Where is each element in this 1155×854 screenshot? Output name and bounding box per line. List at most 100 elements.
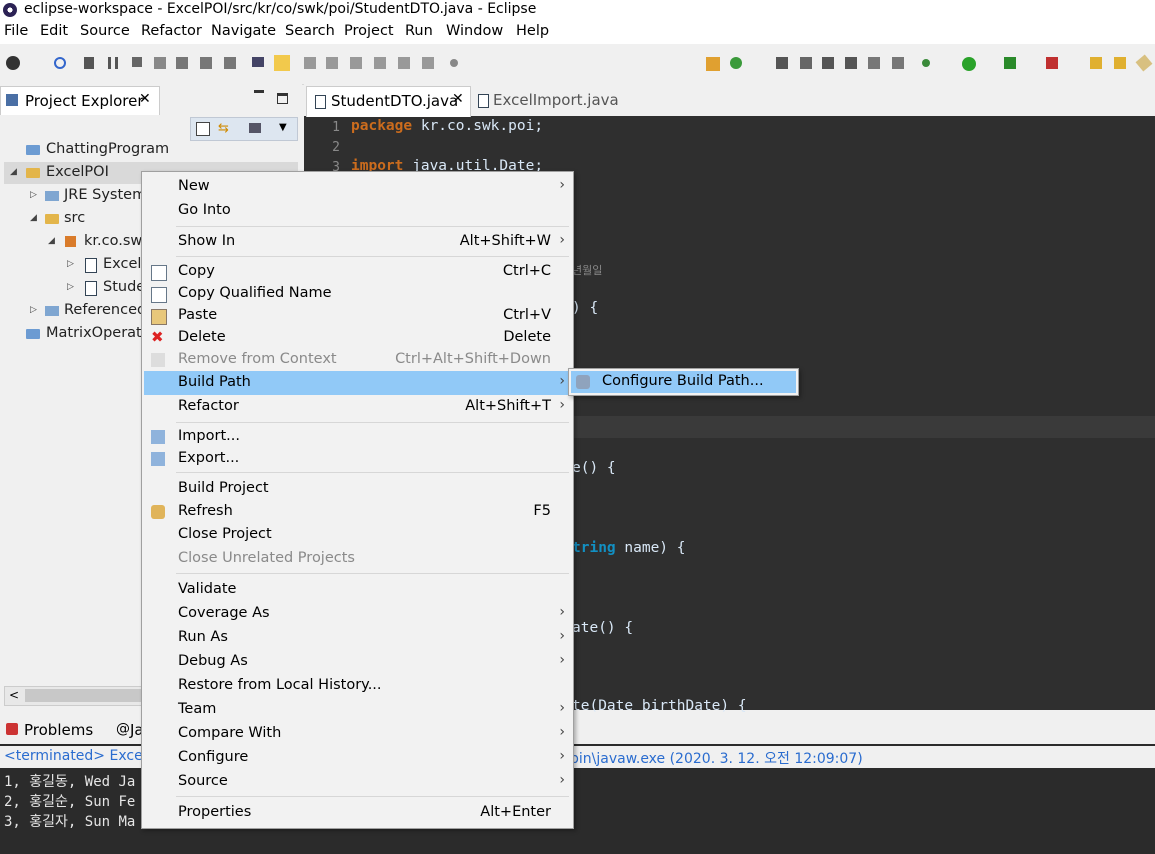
new-java-class-icon[interactable] (730, 57, 742, 69)
annotation-icon[interactable] (845, 57, 857, 69)
menu-item-source[interactable]: Source › (144, 771, 571, 793)
menu-item-build-project[interactable]: Build Project (144, 478, 571, 500)
menu-project[interactable]: Project (344, 23, 394, 39)
menu-item-copy[interactable]: Copy Ctrl+C (144, 261, 571, 283)
menu-window[interactable]: Window (446, 23, 503, 39)
view-menu-icon[interactable]: ▼ (279, 122, 287, 133)
menu-item-team[interactable]: Team › (144, 699, 571, 721)
debug-tool-1-icon[interactable] (304, 57, 316, 69)
use-step-filters-icon[interactable] (252, 57, 264, 67)
menu-item-configure-build-path[interactable]: Configure Build Path... (571, 371, 796, 393)
tree-item-jre[interactable]: JRE System (64, 187, 146, 203)
menu-help[interactable]: Help (516, 23, 549, 39)
debug-tool-3-icon[interactable] (350, 57, 362, 69)
step-into-icon[interactable] (176, 57, 188, 69)
open-task-icon[interactable] (800, 57, 812, 69)
menu-item-import[interactable]: Import... (144, 426, 571, 448)
step-over-icon[interactable] (200, 57, 212, 69)
expand-chevron-icon[interactable]: ◢ (30, 213, 37, 223)
collapse-all-icon[interactable] (196, 122, 210, 136)
tree-item-studentdto[interactable]: Stude (103, 279, 145, 295)
search-icon[interactable] (822, 57, 834, 69)
skip-breakpoints-icon[interactable] (54, 57, 66, 69)
tree-item-excelpoi[interactable]: ExcelPOI (46, 164, 109, 180)
open-folder-icon[interactable] (1090, 57, 1102, 69)
menu-run[interactable]: Run (405, 23, 433, 39)
show-whitespace-icon[interactable] (892, 57, 904, 69)
debug-tool-2-icon[interactable] (326, 57, 338, 69)
scroll-left-icon[interactable]: < (9, 688, 19, 702)
run-icon[interactable] (962, 57, 976, 71)
toggle-mark-icon[interactable] (868, 57, 880, 69)
debug-tool-6-icon[interactable] (422, 57, 434, 69)
debug-tool-5-icon[interactable] (398, 57, 410, 69)
menu-search[interactable]: Search (285, 23, 335, 39)
new-java-package-icon[interactable] (706, 57, 720, 71)
tree-item-referenced[interactable]: Referenced (64, 302, 146, 318)
scrollbar-thumb[interactable] (25, 689, 141, 702)
link-with-editor-icon[interactable]: ⇆ (218, 121, 229, 136)
menu-item-coverage-as[interactable]: Coverage As › (144, 603, 571, 625)
menu-item-restore-local-history[interactable]: Restore from Local History... (144, 675, 571, 697)
external-tools-icon[interactable] (1046, 57, 1058, 69)
collapse-chevron-icon[interactable]: ▷ (30, 305, 37, 315)
menu-item-refactor[interactable]: Refactor Alt+Shift+T › (144, 396, 571, 418)
menu-item-delete[interactable]: ✖ Delete Delete (144, 327, 571, 349)
menu-item-copy-qualified-name[interactable]: Copy Qualified Name (144, 283, 571, 305)
debug-tool-4-icon[interactable] (374, 57, 386, 69)
menu-item-close-unrelated-projects[interactable]: Close Unrelated Projects (144, 548, 571, 570)
minimize-icon[interactable] (254, 90, 264, 93)
menu-item-run-as[interactable]: Run As › (144, 627, 571, 649)
filter-icon[interactable] (249, 123, 261, 133)
terminate-icon[interactable] (132, 57, 142, 67)
menu-item-paste[interactable]: Paste Ctrl+V (144, 305, 571, 327)
expand-chevron-icon[interactable]: ◢ (48, 236, 55, 246)
menu-source[interactable]: Source (80, 23, 130, 39)
project-explorer-tab[interactable]: Project Explorer ✕ (0, 86, 160, 115)
menu-item-validate[interactable]: Validate (144, 579, 571, 601)
menu-navigate[interactable]: Navigate (211, 23, 276, 39)
menu-refactor[interactable]: Refactor (141, 23, 202, 39)
debug-run-icon[interactable] (922, 59, 930, 67)
disconnect-icon[interactable] (154, 57, 166, 69)
menu-item-export[interactable]: Export... (144, 448, 571, 470)
perspective-icon[interactable] (6, 56, 20, 70)
submenu-arrow-icon: › (559, 232, 565, 248)
tab-problems[interactable]: Problems (24, 721, 93, 739)
menu-edit[interactable]: Edit (40, 23, 68, 39)
tree-item-src[interactable]: src (64, 210, 85, 226)
suspend-icon[interactable] (108, 57, 118, 69)
expand-chevron-icon[interactable]: ◢ (10, 167, 17, 177)
maximize-icon[interactable] (277, 93, 288, 104)
menu-item-build-path[interactable]: Build Path › (144, 371, 571, 395)
menu-item-new[interactable]: New › (144, 176, 571, 198)
menu-item-configure[interactable]: Configure › (144, 747, 571, 769)
tab-excelimport[interactable]: ExcelImport.java (493, 91, 619, 109)
menu-file[interactable]: File (4, 23, 28, 39)
close-icon[interactable]: ✕ (452, 91, 464, 107)
menu-item-compare-with[interactable]: Compare With › (144, 723, 571, 745)
coverage-icon[interactable] (1004, 57, 1016, 69)
tree-item-matrixoperation[interactable]: MatrixOperati (46, 325, 146, 341)
collapse-chevron-icon[interactable]: ▷ (67, 282, 74, 292)
collapse-chevron-icon[interactable]: ▷ (67, 259, 74, 269)
open-type-icon[interactable] (776, 57, 788, 69)
menu-item-remove-from-context[interactable]: Remove from Context Ctrl+Alt+Shift+Down (144, 349, 571, 371)
resume-icon[interactable] (84, 57, 94, 69)
tab-studentdto[interactable]: StudentDTO.java ✕ (306, 86, 471, 117)
menu-item-refresh[interactable]: Refresh F5 (144, 501, 571, 523)
step-return-icon[interactable] (224, 57, 236, 69)
menu-item-go-into[interactable]: Go Into (144, 200, 571, 222)
menu-item-debug-as[interactable]: Debug As › (144, 651, 571, 673)
menu-item-properties[interactable]: Properties Alt+Enter (144, 802, 571, 824)
open-file-icon[interactable] (1114, 57, 1126, 69)
drop-to-frame-icon[interactable] (274, 55, 290, 71)
menu-item-close-project[interactable]: Close Project (144, 524, 571, 546)
collapse-chevron-icon[interactable]: ▷ (30, 190, 37, 200)
breakpoint-icon[interactable] (450, 59, 458, 67)
tree-item-chattingprogram[interactable]: ChattingProgram (46, 141, 169, 157)
brush-icon[interactable] (1135, 54, 1153, 72)
close-icon[interactable]: ✕ (139, 91, 151, 107)
menu-item-show-in[interactable]: Show In Alt+Shift+W › (144, 231, 571, 253)
tree-item-excelimport[interactable]: Excell (103, 256, 145, 272)
